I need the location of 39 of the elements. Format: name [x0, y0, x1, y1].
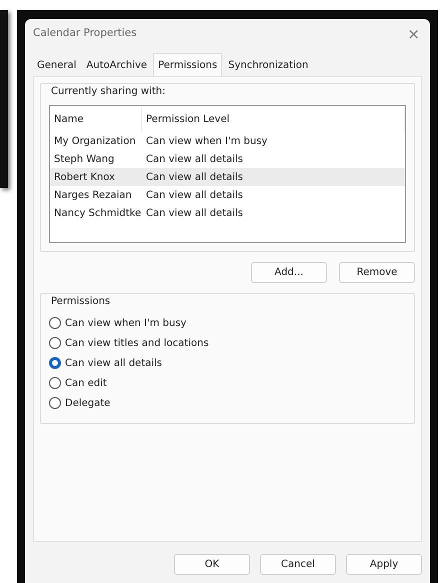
name-cell-text: Narges Rezaian — [53, 188, 133, 202]
tab[interactable]: Synchronization — [224, 53, 312, 76]
permission-cell-text: Can view all details — [145, 152, 244, 166]
radio-label[interactable]: Can view when I'm busy — [65, 316, 186, 330]
dialog-button[interactable]: Apply — [346, 554, 422, 575]
radio-button[interactable] — [49, 357, 61, 369]
radio-label[interactable]: Can edit — [65, 376, 107, 390]
permission-cell-text: Can view all details — [145, 188, 244, 202]
permission-cell-text: Can view when I'm busy — [145, 134, 268, 148]
name-cell-text: Steph Wang — [53, 152, 116, 166]
dialog-button[interactable]: OK — [174, 554, 250, 575]
tab[interactable]: General — [33, 53, 80, 76]
list-row[interactable]: Nancy Schmidtke Can view all details — [50, 204, 405, 222]
name-cell-text: Robert Knox — [53, 170, 116, 184]
radio-label[interactable]: Delegate — [65, 396, 110, 410]
name-cell-text: My Organization — [53, 134, 137, 148]
dialog-button[interactable]: Add... — [251, 262, 327, 283]
close-button[interactable]: × — [405, 26, 422, 42]
radio-button[interactable] — [49, 337, 61, 349]
permission-cell-text: Can view all details — [145, 170, 244, 184]
radio-label[interactable]: Can view titles and locations — [65, 336, 209, 350]
group-title: Currently sharing with: — [49, 84, 168, 99]
radio-button[interactable] — [49, 377, 61, 389]
name-cell-text: Nancy Schmidtke — [53, 206, 142, 220]
tab[interactable]: AutoArchive — [82, 53, 152, 76]
list-row[interactable]: My Organization Can view when I'm busy — [50, 132, 405, 150]
radio-label[interactable]: Can view all details — [65, 356, 162, 370]
radio-button[interactable] — [49, 317, 61, 329]
window-title: Calendar Properties — [33, 26, 137, 42]
list-row[interactable]: Steph Wang Can view all details — [50, 150, 405, 168]
dialog-button[interactable]: Remove — [339, 262, 415, 283]
tab[interactable]: Permissions — [153, 53, 222, 76]
radio-button[interactable] — [49, 397, 61, 409]
dialog-button[interactable]: Cancel — [260, 554, 336, 575]
list-row[interactable]: Narges Rezaian Can view all details — [50, 186, 405, 204]
column-header[interactable]: Permission Level — [142, 106, 405, 132]
permission-cell-text: Can view all details — [145, 206, 244, 220]
column-header[interactable]: Name — [50, 106, 142, 132]
list-row[interactable]: Robert Knox Can view all details — [50, 168, 405, 186]
